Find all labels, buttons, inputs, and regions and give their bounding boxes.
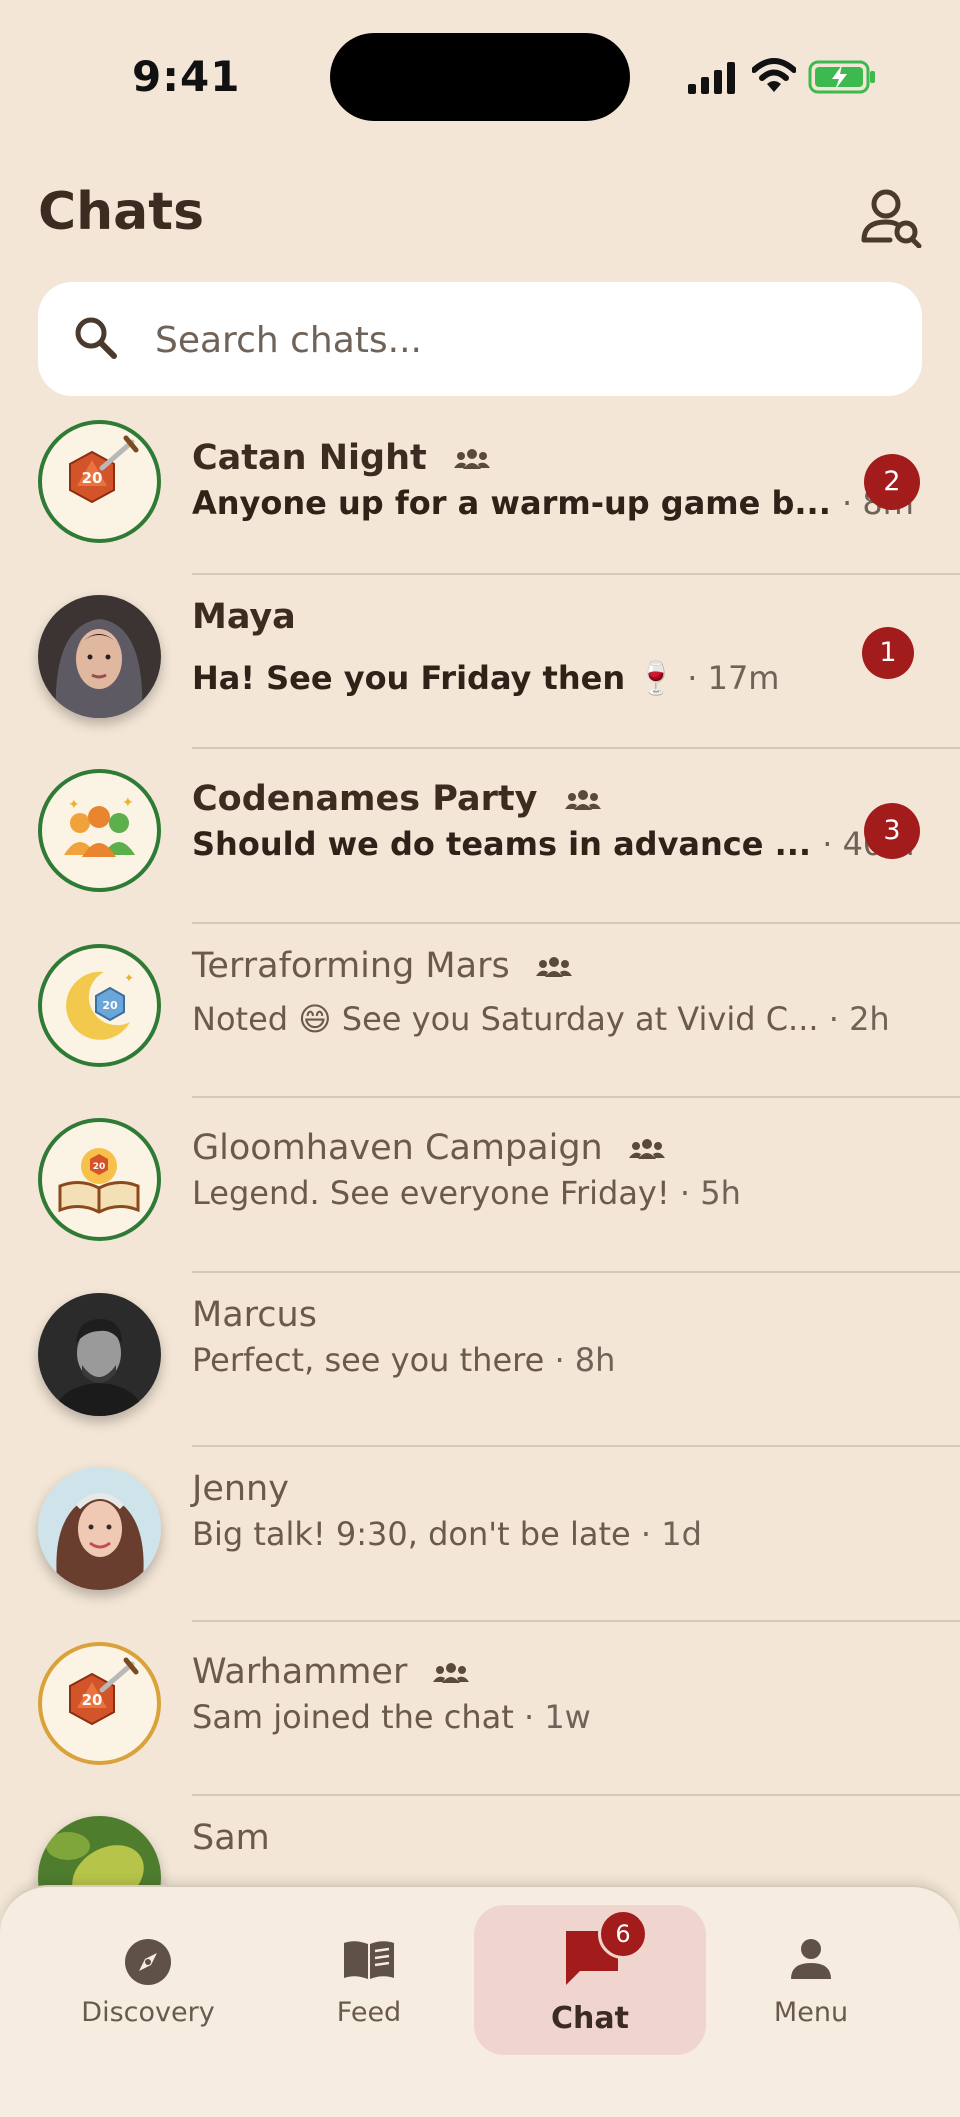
unread-badge: 2 [864, 454, 920, 510]
dynamic-island [330, 33, 630, 121]
d20-dice-sword-icon: 20 [38, 420, 161, 543]
chat-name: Catan Night [192, 438, 427, 478]
search-bar[interactable] [38, 282, 922, 396]
chat-time: · 8h [554, 1340, 616, 1379]
chat-row-jenny[interactable]: Jenny Big talk! 9:30, don't be late · 1d [0, 1447, 960, 1622]
chat-name: Maya [192, 596, 296, 637]
chat-time: · 1d [640, 1515, 702, 1553]
chat-row-catan-night[interactable]: 20 Catan Night Anyone up for a warm-up g… [0, 400, 960, 575]
compass-icon [125, 1939, 171, 1985]
status-bar: 9:41 [0, 0, 960, 150]
svg-text:20: 20 [102, 999, 118, 1012]
svg-text:20: 20 [82, 469, 103, 487]
wifi-icon [752, 58, 796, 92]
chat-row-marcus[interactable]: Marcus Perfect, see you there · 8h [0, 1273, 960, 1447]
chat-time: · 1w [523, 1697, 591, 1736]
chat-name: Terraforming Mars [192, 945, 510, 986]
chat-row-warhammer[interactable]: 20 Warhammer Sam joined the chat · 1w [0, 1622, 960, 1796]
status-time: 9:41 [132, 52, 241, 101]
chat-time: · 2h [828, 999, 890, 1038]
chat-preview: Sam joined the chat [192, 1697, 514, 1736]
group-icon [564, 790, 601, 810]
avatar [38, 1816, 161, 1890]
team-people-icon: ✦ ✦ [38, 769, 161, 892]
chat-row-terraforming-mars[interactable]: 20 ✦ Terraforming Mars Noted 😄 See you S… [0, 924, 960, 1098]
chat-list: 20 Catan Night Anyone up for a warm-up g… [0, 400, 960, 1890]
chat-preview: Perfect, see you there [192, 1340, 545, 1379]
svg-text:✦: ✦ [68, 797, 80, 813]
nav-menu[interactable]: Menu [711, 1887, 911, 2067]
unread-badge: 1 [862, 626, 914, 679]
chat-preview: Should we do teams in advance ... [192, 825, 812, 863]
nav-feed[interactable]: Feed [269, 1887, 469, 2067]
chat-time: · 17m [687, 658, 780, 697]
chat-name: Sam [192, 1818, 270, 1858]
chat-row-maya[interactable]: Maya Ha! See you Friday then 🍷 · 17m 1 [0, 575, 960, 749]
book-icon [344, 1941, 394, 1979]
chat-preview: Big talk! 9:30, don't be late [192, 1515, 631, 1553]
d20-dice-sword-icon: 20 [38, 1641, 161, 1765]
open-book-dice-icon: 20 [38, 1118, 161, 1241]
nav-feed-label: Feed [336, 1997, 402, 2028]
moon-dice-icon: 20 ✦ [38, 943, 161, 1067]
group-icon [628, 1139, 665, 1159]
chat-name: Codenames Party [192, 779, 538, 819]
svg-text:✦: ✦ [122, 795, 134, 811]
group-icon [433, 1662, 470, 1683]
chat-name: Jenny [192, 1469, 289, 1509]
avatar [38, 1292, 161, 1416]
chat-unread-badge: 6 [598, 1909, 648, 1959]
search-input[interactable] [153, 302, 897, 378]
cellular-signal-icon [688, 62, 735, 94]
search-icon [75, 317, 117, 359]
find-user-icon[interactable] [860, 188, 924, 248]
group-icon [453, 449, 490, 469]
chat-row-gloomhaven-campaign[interactable]: 20 Gloomhaven Campaign Legend. See every… [0, 1098, 960, 1273]
nav-menu-label: Menu [773, 1997, 849, 2028]
nav-discovery[interactable]: Discovery [48, 1887, 248, 2067]
chat-row-sam[interactable]: Sam [0, 1796, 960, 1890]
chat-name: Warhammer [192, 1651, 408, 1692]
chat-time: · 5h [679, 1174, 741, 1212]
person-icon [791, 1939, 831, 1979]
chat-name: Marcus [192, 1294, 317, 1335]
avatar [38, 594, 161, 718]
group-icon [535, 956, 572, 977]
chat-preview: Noted 😄 See you Saturday at Vivid C... [192, 999, 819, 1038]
svg-text:20: 20 [93, 1162, 106, 1172]
chat-name: Gloomhaven Campaign [192, 1128, 603, 1168]
svg-text:✦: ✦ [124, 971, 134, 985]
page-title: Chats [38, 182, 205, 242]
nav-chat-label: Chat [551, 2001, 629, 2036]
chat-preview: Ha! See you Friday then 🍷 [192, 658, 677, 697]
nav-chat[interactable]: 6 Chat [474, 1905, 706, 2055]
unread-badge: 3 [864, 803, 920, 859]
svg-text:20: 20 [82, 1691, 103, 1709]
chat-row-codenames-party[interactable]: ✦ ✦ Codenames Party Should we do teams i… [0, 749, 960, 924]
avatar [38, 1467, 161, 1590]
bottom-nav: Discovery Feed 6 Chat Menu [0, 1885, 960, 2117]
chat-preview: Anyone up for a warm-up game b... [192, 484, 831, 522]
chat-preview: Legend. See everyone Friday! [192, 1174, 670, 1212]
battery-charging-icon [808, 60, 875, 94]
nav-discovery-label: Discovery [81, 1997, 215, 2028]
